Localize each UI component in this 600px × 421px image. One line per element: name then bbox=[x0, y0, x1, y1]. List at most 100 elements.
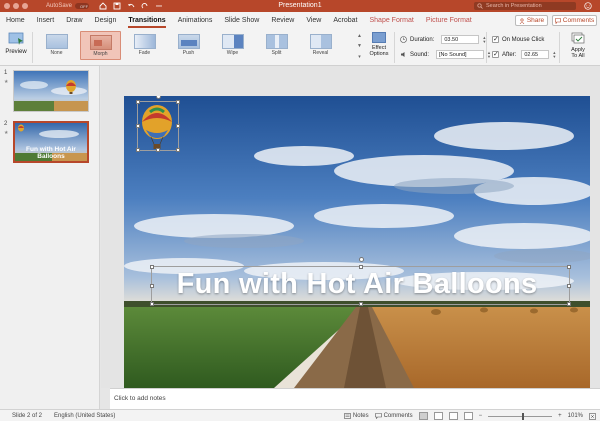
language-indicator[interactable]: English (United States) bbox=[54, 413, 115, 419]
transition-fade[interactable]: Fade bbox=[124, 31, 165, 60]
effect-options-icon bbox=[372, 32, 386, 43]
slide-number-2: 2 bbox=[4, 121, 8, 127]
resize-handle[interactable] bbox=[156, 148, 160, 152]
on-mouse-click-label: On Mouse Click bbox=[502, 36, 545, 43]
tab-review[interactable]: Review bbox=[265, 12, 300, 29]
sound-select[interactable]: [No Sound] bbox=[436, 50, 485, 59]
resize-handle[interactable] bbox=[176, 148, 180, 152]
push-arrow-icon bbox=[180, 40, 197, 46]
resize-handle[interactable] bbox=[136, 148, 140, 152]
comments-toggle[interactable]: Comments bbox=[374, 413, 413, 419]
transition-none[interactable]: None bbox=[36, 31, 77, 60]
apply-to-all-button[interactable]: Apply To All bbox=[563, 32, 593, 63]
save-icon[interactable] bbox=[113, 2, 121, 10]
tab-draw[interactable]: Draw bbox=[60, 12, 88, 29]
resize-handle[interactable] bbox=[136, 124, 140, 128]
notes-icon bbox=[344, 413, 351, 419]
autosave-toggle[interactable]: OFF bbox=[75, 3, 90, 9]
reading-view-button[interactable] bbox=[448, 412, 458, 420]
transition-none-label: None bbox=[50, 50, 63, 56]
notes-toggle[interactable]: Notes bbox=[344, 413, 369, 419]
smiley-feedback-icon[interactable] bbox=[584, 2, 592, 10]
after-stepper[interactable]: ▲ ▼ bbox=[552, 50, 556, 59]
status-bar: Slide 2 of 2 English (United States) Not… bbox=[0, 409, 600, 421]
more-icon[interactable] bbox=[155, 2, 163, 10]
transition-reveal-thumb bbox=[309, 34, 332, 49]
close-window-button[interactable] bbox=[4, 3, 10, 9]
zoom-level[interactable]: 101% bbox=[568, 413, 583, 419]
tab-home[interactable]: Home bbox=[0, 12, 31, 29]
comments-label: Comments bbox=[562, 17, 595, 24]
gallery-scroll[interactable]: ▲ ▼ ▾ bbox=[356, 31, 363, 62]
slideshow-button[interactable] bbox=[463, 412, 473, 420]
duration-value: 03.50 bbox=[444, 36, 459, 43]
search-input[interactable]: Search in Presentation bbox=[474, 2, 576, 10]
comments-button[interactable]: Comments bbox=[552, 15, 597, 26]
sound-dropdown-icon[interactable]: ▲ ▼ bbox=[487, 50, 491, 59]
zoom-in-icon[interactable]: + bbox=[558, 413, 562, 419]
slide-thumbnails-pane: 1 ★ 2 ★ Fun with Hot Air Balloons bbox=[0, 66, 100, 409]
ribbon-tabs: Home Insert Draw Design Transitions Anim… bbox=[0, 12, 600, 29]
landscape-photo bbox=[124, 96, 590, 388]
normal-view-button[interactable] bbox=[418, 412, 428, 420]
resize-handle[interactable] bbox=[176, 100, 180, 104]
transition-split-thumb bbox=[265, 34, 288, 49]
tab-animations[interactable]: Animations bbox=[172, 12, 219, 29]
after-checkbox[interactable] bbox=[492, 50, 499, 58]
redo-icon[interactable] bbox=[141, 2, 149, 10]
duration-label: Duration: bbox=[410, 36, 435, 43]
tab-transitions[interactable]: Transitions bbox=[122, 12, 171, 29]
home-icon[interactable] bbox=[99, 2, 107, 10]
preview-button[interactable]: Preview bbox=[3, 32, 29, 63]
transition-morph[interactable]: Morph bbox=[80, 31, 121, 60]
resize-handle[interactable] bbox=[150, 302, 154, 306]
effect-options-label-2: Options bbox=[369, 51, 389, 57]
transition-reveal[interactable]: Reveal bbox=[300, 31, 341, 60]
window-controls bbox=[4, 3, 28, 9]
gallery-up-icon[interactable]: ▲ bbox=[357, 33, 362, 39]
slide-thumbnail-2[interactable]: 2 ★ Fun with Hot Air Balloons bbox=[4, 121, 89, 163]
fit-slide-icon[interactable] bbox=[589, 412, 596, 420]
transition-wipe[interactable]: Wipe bbox=[212, 31, 253, 60]
tab-acrobat[interactable]: Acrobat bbox=[327, 12, 363, 29]
after-field[interactable]: 02.65 bbox=[521, 50, 550, 59]
transition-split[interactable]: Split bbox=[256, 31, 297, 60]
divider bbox=[486, 32, 487, 63]
tab-insert[interactable]: Insert bbox=[31, 12, 61, 29]
resize-handle[interactable] bbox=[136, 100, 140, 104]
slide-thumbnail-1[interactable]: 1 ★ bbox=[4, 70, 89, 112]
autosave-control[interactable]: AutoSave OFF bbox=[46, 3, 90, 9]
balloon-selection[interactable] bbox=[136, 96, 180, 152]
tab-view[interactable]: View bbox=[300, 12, 327, 29]
preview-label: Preview bbox=[5, 49, 27, 55]
maximize-window-button[interactable] bbox=[22, 3, 28, 9]
tab-design[interactable]: Design bbox=[89, 12, 123, 29]
transition-morph-label: Morph bbox=[93, 51, 108, 57]
slide-canvas[interactable]: Fun with Hot Air Balloons bbox=[124, 96, 590, 388]
zoom-out-icon[interactable]: − bbox=[479, 413, 483, 419]
zoom-slider[interactable] bbox=[488, 412, 553, 420]
rotate-handle[interactable] bbox=[359, 257, 364, 262]
divider bbox=[394, 32, 395, 63]
resize-handle[interactable] bbox=[176, 124, 180, 128]
slide-sorter-button[interactable] bbox=[433, 412, 443, 420]
effect-options-button[interactable]: Effect Options bbox=[368, 32, 390, 63]
minimize-window-button[interactable] bbox=[13, 3, 19, 9]
tab-picture-format[interactable]: Picture Format bbox=[420, 12, 478, 29]
gallery-expand-icon[interactable]: ▾ bbox=[358, 54, 361, 60]
tab-shape-format[interactable]: Shape Format bbox=[363, 12, 419, 29]
resize-handle[interactable] bbox=[359, 302, 363, 306]
transition-push[interactable]: Push bbox=[168, 31, 209, 60]
gallery-down-icon[interactable]: ▼ bbox=[357, 43, 362, 49]
resize-handle[interactable] bbox=[567, 302, 571, 306]
duration-field[interactable]: 03.50 bbox=[441, 35, 480, 44]
slide-title[interactable]: Fun with Hot Air Balloons bbox=[124, 268, 590, 301]
comment-icon bbox=[554, 17, 561, 24]
slide-canvas-area: Fun with Hot Air Balloons bbox=[101, 66, 600, 388]
zoom-slider-thumb[interactable] bbox=[522, 412, 525, 420]
on-mouse-click-checkbox[interactable] bbox=[492, 35, 499, 43]
tab-slide-show[interactable]: Slide Show bbox=[218, 12, 265, 29]
undo-icon[interactable] bbox=[127, 2, 135, 10]
share-button[interactable]: Share bbox=[515, 15, 548, 26]
notes-pane[interactable]: Click to add notes bbox=[110, 388, 600, 409]
